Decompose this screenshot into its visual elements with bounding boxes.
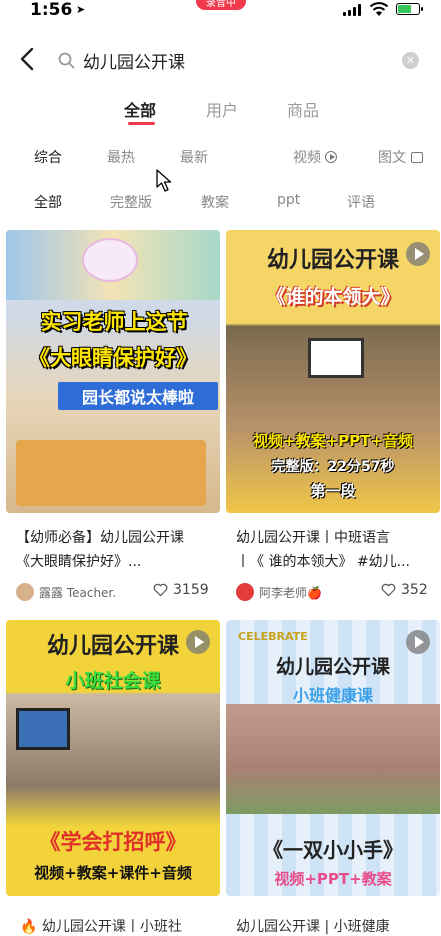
search-input[interactable]: 幼儿园公开课	[83, 48, 185, 73]
thumbnail-lesson-title: 《大眼睛保护好》	[29, 346, 197, 370]
card-title-line1: 幼儿园公开课丨中班语言	[236, 530, 390, 546]
video-thumbnail: 幼儿园公开课 小班社会课 《学会打招呼》 视频+教案+课件+音频	[6, 620, 220, 896]
video-thumbnail: CELEBRATE 幼儿园公开课 小班健康课 《一双小小手》 视频+PPT+教案	[226, 620, 440, 896]
video-play-icon	[325, 151, 337, 163]
sort-comprehensive[interactable]: 综合	[34, 147, 62, 167]
thumbnail-subtitle: 小班社会课	[65, 670, 161, 692]
status-time: 1:56	[30, 0, 73, 20]
author-name: 露露 Teacher.	[39, 585, 117, 600]
filter-image-text-label: 图文	[378, 150, 406, 166]
thumbnail-includes: 视频+教案+课件+音频	[34, 864, 192, 882]
result-tabs: 全部 用户 商品	[0, 97, 441, 127]
search-icon	[58, 52, 75, 69]
video-thumbnail: 实习老师上这节 《大眼睛保护好》 园长都说太棒啦	[6, 230, 220, 513]
tab-all[interactable]: 全部	[124, 97, 156, 121]
filter-image-text[interactable]: 图文	[378, 147, 423, 167]
card-author[interactable]: 阿李老师🍎	[236, 583, 322, 601]
author-name: 阿李老师🍎	[259, 585, 322, 600]
classroom-screen	[308, 338, 364, 378]
classroom-screen	[16, 708, 70, 750]
image-icon	[411, 152, 423, 163]
thumbnail-lesson-title: 《一双小小手》	[263, 838, 403, 862]
tab-users[interactable]: 用户	[206, 97, 238, 121]
cartoon-sticker	[82, 238, 138, 282]
filter-comments[interactable]: 评语	[347, 192, 375, 212]
classroom-photo	[226, 704, 440, 814]
heart-icon	[381, 583, 396, 597]
like-count[interactable]: 352	[381, 582, 428, 598]
content-filters: 全部 完整版 教案 ppt 评语	[0, 192, 441, 214]
recording-pill: 录音中	[196, 0, 246, 10]
result-card[interactable]: 实习老师上这节 《大眼睛保护好》 园长都说太棒啦 【幼师必备】幼儿园公开课 《大…	[6, 230, 220, 610]
next-card-title-left: 🔥 幼儿园公开课丨小班社	[20, 919, 182, 935]
video-play-badge-icon	[186, 630, 210, 654]
thumbnail-includes: 视频+PPT+教案	[274, 870, 392, 888]
avatar	[16, 583, 34, 601]
active-tab-indicator	[128, 122, 155, 125]
likes-value: 3159	[173, 582, 209, 598]
bottom-titles-strip: 🔥 幼儿园公开课丨小班社 幼儿园公开课 | 小班健康	[0, 910, 441, 936]
heart-icon	[153, 583, 168, 597]
thumbnail-lesson-title: 《谁的本领大》	[266, 286, 400, 308]
video-thumbnail: 幼儿园公开课 《谁的本领大》 视频+教案+PPT+音频 完整版：22分57秒 第…	[226, 230, 440, 513]
filter-ppt[interactable]: ppt	[277, 192, 300, 208]
result-card[interactable]: 幼儿园公开课 《谁的本领大》 视频+教案+PPT+音频 完整版：22分57秒 第…	[226, 230, 440, 610]
classroom-table	[16, 440, 206, 506]
thumbnail-badge: 园长都说太棒啦	[58, 382, 218, 410]
filter-full-version[interactable]: 完整版	[110, 192, 152, 212]
thumbnail-badge: CELEBRATE	[238, 630, 308, 643]
status-bar: 1:56 ➤ 录音中	[0, 0, 441, 26]
filter-video[interactable]: 视频	[293, 147, 337, 167]
cellular-signal-icon	[343, 4, 361, 16]
search-bar: 幼儿园公开课 ✕	[0, 40, 441, 78]
result-card[interactable]: 幼儿园公开课 小班社会课 《学会打招呼》 视频+教案+课件+音频	[6, 620, 220, 910]
avatar	[236, 583, 254, 601]
next-card-title-right: 幼儿园公开课 | 小班健康	[236, 919, 390, 935]
likes-value: 352	[401, 582, 428, 598]
sort-newest[interactable]: 最新	[180, 147, 208, 167]
card-title-line2: 丨《 谁的本领大》 #幼儿...	[236, 554, 410, 570]
clear-search-icon[interactable]: ✕	[402, 52, 419, 69]
card-title-line2: 《大眼睛保护好》...	[16, 554, 142, 570]
back-arrow-icon[interactable]	[16, 46, 40, 72]
sort-options: 综合 最热 最新 视频 图文	[0, 147, 441, 169]
mouse-cursor-icon	[156, 169, 172, 192]
thumbnail-part: 第一段	[310, 482, 356, 500]
filter-all[interactable]: 全部	[34, 192, 62, 212]
wifi-icon	[369, 2, 389, 16]
tab-products[interactable]: 商品	[287, 97, 319, 121]
thumbnail-headline: 幼儿园公开课	[275, 656, 390, 678]
card-author[interactable]: 露露 Teacher.	[16, 583, 116, 601]
thumbnail-subtitle: 小班健康课	[292, 686, 373, 705]
location-arrow-icon: ➤	[76, 3, 86, 16]
filter-lesson-plan[interactable]: 教案	[201, 192, 229, 212]
battery-icon	[396, 3, 423, 15]
result-card[interactable]: CELEBRATE 幼儿园公开课 小班健康课 《一双小小手》 视频+PPT+教案	[226, 620, 440, 910]
like-count[interactable]: 3159	[153, 582, 209, 598]
sort-hottest[interactable]: 最热	[107, 147, 135, 167]
filter-video-label: 视频	[293, 150, 321, 166]
thumbnail-lesson-title: 《学会打招呼》	[39, 830, 187, 854]
thumbnail-includes: 视频+教案+PPT+音频	[253, 432, 413, 450]
video-play-badge-icon	[406, 630, 430, 654]
thumbnail-headline: 实习老师上这节	[40, 310, 188, 334]
video-play-badge-icon	[406, 242, 430, 266]
thumbnail-duration: 完整版：22分57秒	[271, 459, 395, 475]
card-title-line1: 【幼师必备】幼儿园公开课	[16, 530, 184, 546]
